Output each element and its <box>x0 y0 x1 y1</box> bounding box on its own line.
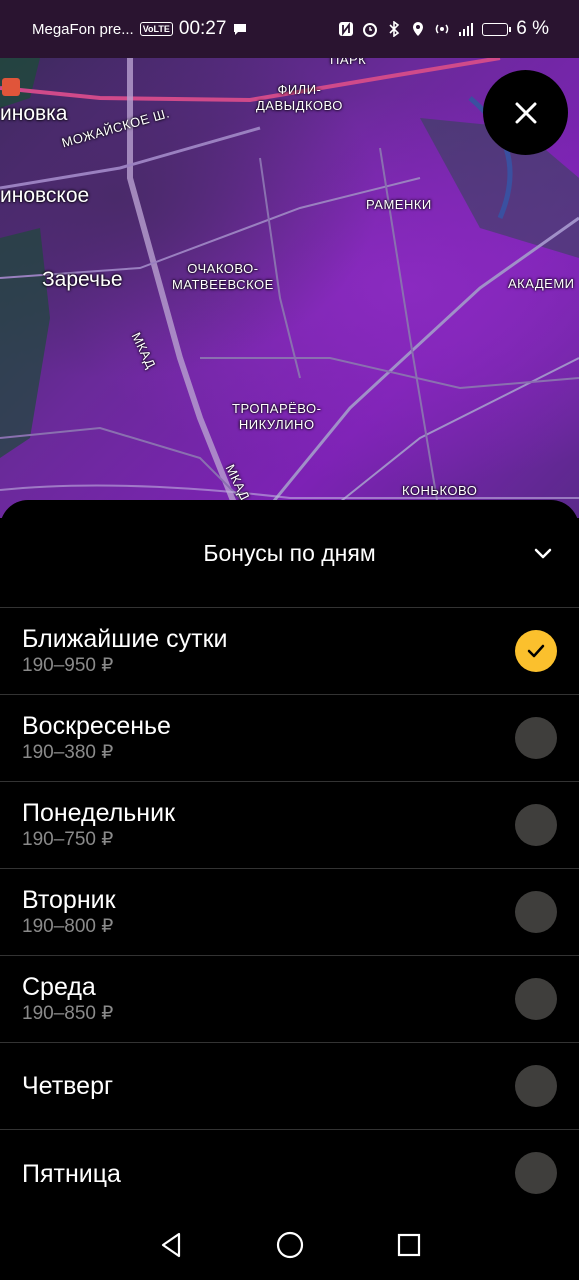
radio-unselected[interactable] <box>515 804 557 846</box>
bonus-range: 190–750 ₽ <box>22 829 114 850</box>
map-label-akademi: АКАДЕМИ <box>508 276 575 291</box>
list-item[interactable]: Вторник 190–800 ₽ <box>0 869 579 956</box>
list-item[interactable]: Среда 190–850 ₽ <box>0 956 579 1043</box>
radio-unselected[interactable] <box>515 891 557 933</box>
system-nav-bar <box>0 1210 579 1280</box>
battery-icon <box>482 22 512 36</box>
close-icon <box>515 102 536 123</box>
bluetooth-icon <box>389 21 400 37</box>
back-triangle-icon[interactable] <box>157 1231 185 1259</box>
map-label-inovskoe: иновское <box>0 184 90 207</box>
battery-percent: 6 % <box>516 18 549 39</box>
list-item[interactable]: Понедельник 190–750 ₽ <box>0 782 579 869</box>
radio-unselected[interactable] <box>515 978 557 1020</box>
day-title: Ближайшие сутки <box>22 625 228 653</box>
list-item[interactable]: Четверг <box>0 1043 579 1130</box>
map-label-park: ПАРК <box>330 58 367 67</box>
list-item[interactable]: Пятница <box>0 1130 579 1217</box>
list-item[interactable]: Воскресенье 190–380 ₽ <box>0 695 579 782</box>
day-title: Пятница <box>22 1159 121 1188</box>
bonus-range: 190–800 ₽ <box>22 916 114 937</box>
home-circle-icon[interactable] <box>275 1230 305 1260</box>
bonus-range: 190–850 ₽ <box>22 1003 114 1024</box>
carrier-name: MegaFon pre... <box>32 20 134 38</box>
hotspot-icon <box>436 24 449 34</box>
map-label-troparevo: ТРОПАРЁВО- НИКУЛИНО <box>232 401 322 432</box>
map-label-konkovo: КОНЬКОВО <box>402 483 478 498</box>
map-label-fili: ФИЛИ- ДАВЫДКОВО <box>256 82 343 113</box>
sheet-header[interactable]: Бонусы по дням <box>0 500 579 608</box>
list-item[interactable]: Ближайшие сутки 190–950 ₽ <box>0 608 579 695</box>
bonus-range: 190–380 ₽ <box>22 742 114 763</box>
radio-unselected[interactable] <box>515 1152 557 1194</box>
day-title: Понедельник <box>22 799 176 827</box>
nfc-icon <box>339 22 354 36</box>
map-label-zarechye: Заречье <box>42 268 123 291</box>
radio-selected[interactable] <box>515 630 557 672</box>
bonus-days-sheet: Бонусы по дням Ближайшие сутки 190–950 ₽… <box>0 500 579 1280</box>
radio-unselected[interactable] <box>515 1065 557 1107</box>
recents-square-icon[interactable] <box>395 1231 423 1259</box>
day-title: Среда <box>22 973 96 1001</box>
volte-icon: VoLTE <box>139 22 173 36</box>
map-label-inovka: иновка <box>0 102 68 125</box>
chevron-down-icon[interactable] <box>533 544 553 564</box>
map-label-ochakovo: ОЧАКОВО- МАТВЕЕВСКОЕ <box>172 261 274 292</box>
clock: 00:27 <box>178 18 227 39</box>
day-title: Четверг <box>22 1072 114 1100</box>
signal-icon <box>459 23 474 36</box>
location-icon <box>413 22 424 36</box>
close-button[interactable] <box>483 70 568 155</box>
status-bar: MegaFon pre... VoLTE 00:27 6 % <box>0 0 579 58</box>
day-title: Воскресенье <box>22 712 171 740</box>
alarm-icon <box>363 23 378 37</box>
checkmark-icon <box>527 644 545 658</box>
chat-bubble-icon <box>234 24 247 35</box>
radio-unselected[interactable] <box>515 717 557 759</box>
day-title: Вторник <box>22 886 116 914</box>
bonus-range: 190–950 ₽ <box>22 655 114 676</box>
map-label-ramenki: РАМЕНКИ <box>366 197 432 212</box>
sheet-title: Бонусы по дням <box>203 540 376 566</box>
